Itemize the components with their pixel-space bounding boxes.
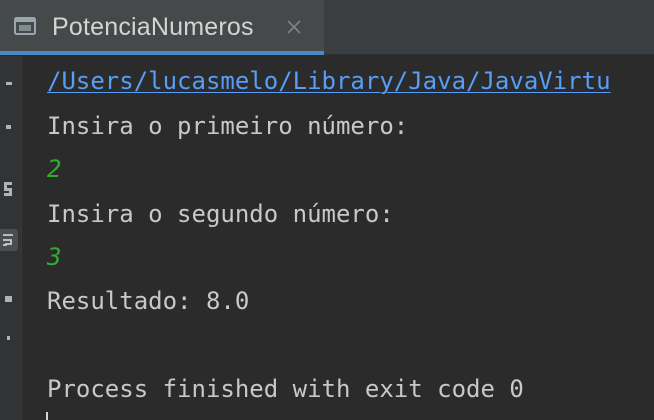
stop-icon[interactable]	[0, 116, 18, 138]
run-tool-window: PotenciaNumeros /Users/lucasmelo/Library…	[0, 0, 654, 420]
soft-wrap-icon[interactable]	[0, 229, 18, 251]
tab-bar: PotenciaNumeros	[0, 0, 654, 55]
user-input-first-number: 2	[47, 155, 62, 183]
pin-icon[interactable]	[0, 328, 18, 350]
result-output: Resultado: 8.0	[47, 287, 250, 315]
prompt-first-number: Insira o primeiro número:	[47, 112, 409, 140]
text-caret	[46, 412, 48, 420]
restore-layout-icon[interactable]	[0, 178, 18, 200]
close-icon[interactable]	[284, 17, 304, 37]
active-tab-indicator	[0, 51, 324, 55]
prompt-second-number: Insira o segundo número:	[47, 200, 394, 228]
console-window-icon	[14, 17, 36, 35]
console-output[interactable]: /Users/lucasmelo/Library/Java/JavaVirtu …	[22, 56, 654, 420]
print-icon[interactable]	[0, 288, 18, 310]
process-finished-message: Process finished with exit code 0	[47, 375, 524, 403]
user-input-second-number: 3	[47, 243, 62, 271]
rerun-icon[interactable]	[0, 74, 18, 96]
console-toolbar	[0, 56, 22, 420]
tab-title: PotenciaNumeros	[52, 13, 254, 41]
tab-potencia-numeros[interactable]: PotenciaNumeros	[0, 0, 324, 55]
java-command-path-link[interactable]: /Users/lucasmelo/Library/Java/JavaVirtu	[47, 66, 611, 96]
